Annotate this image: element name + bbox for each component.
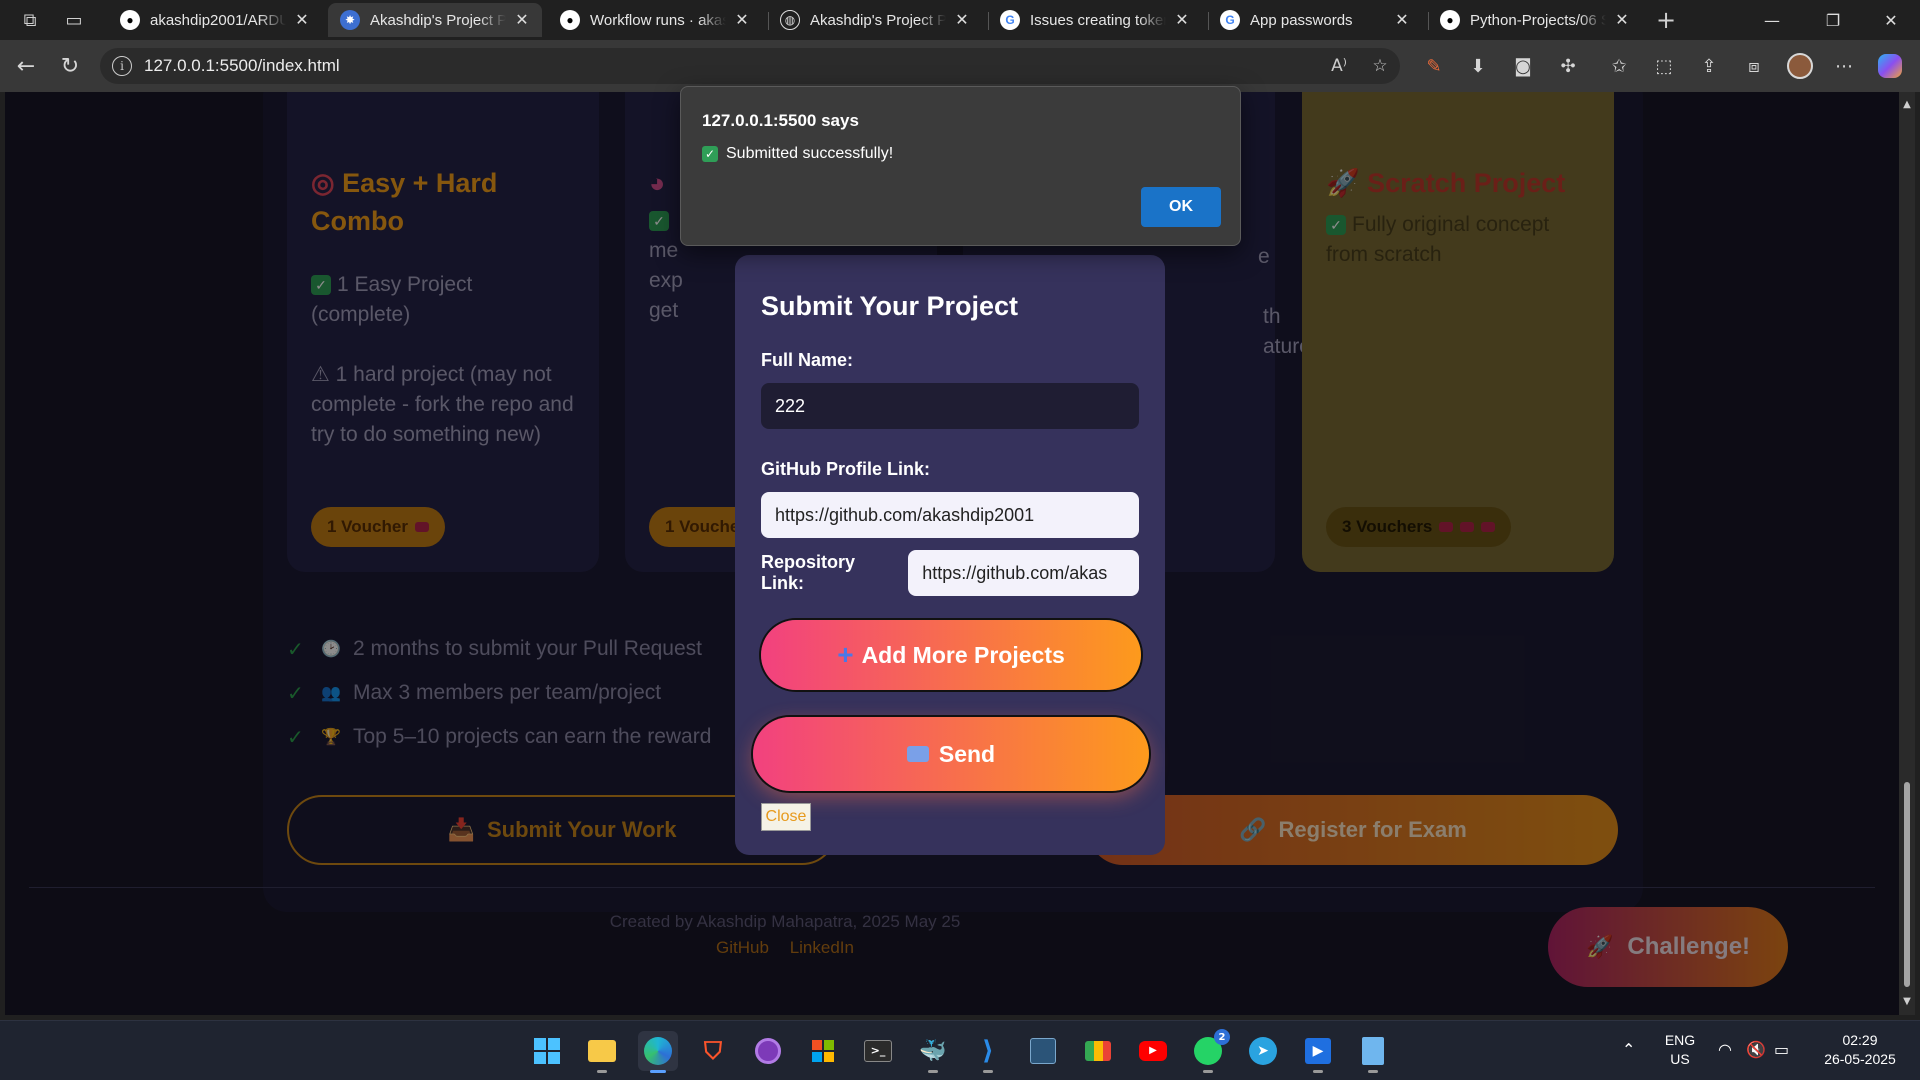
tor-icon[interactable]	[748, 1031, 788, 1071]
microsoft-store-icon[interactable]	[803, 1031, 843, 1071]
tab-issues-creating-token[interactable]: G Issues creating token ✕	[988, 3, 1202, 37]
github-icon: ●	[1440, 10, 1460, 30]
screenshot-icon[interactable]: ◙	[1509, 52, 1537, 80]
taskbar: ⛉ >_ 🐳 ⟩ ▶ 2 ➤ ▶ ⌃ ENG US ◠ 🔇 ▭ 02:29 26-0…	[0, 1020, 1920, 1080]
power-automate-icon[interactable]: ▶	[1298, 1031, 1338, 1073]
whatsapp-icon[interactable]: 2	[1188, 1029, 1230, 1073]
scrollbar-thumb[interactable]	[1904, 782, 1910, 987]
close-tab-icon[interactable]: ✕	[1172, 10, 1192, 30]
vscode-icon[interactable]: ⟩	[968, 1031, 1008, 1073]
scroll-down-icon[interactable]: ▼	[1902, 997, 1912, 1007]
close-tab-icon[interactable]: ✕	[512, 10, 532, 30]
github-icon: ●	[120, 10, 140, 30]
collections-icon[interactable]: ⧈	[1740, 52, 1768, 80]
send-icon	[906, 746, 929, 762]
add-more-projects-button[interactable]: + Add More Projects	[761, 620, 1141, 690]
plus-icon: +	[837, 639, 854, 670]
google-icon: G	[1220, 10, 1240, 30]
repository-input[interactable]: https://github.com/akas	[908, 550, 1139, 596]
brave-icon[interactable]: ⛉	[693, 1031, 733, 1071]
back-icon[interactable]: ←	[12, 52, 40, 80]
url-text[interactable]: 127.0.0.1:5500/index.html	[144, 56, 340, 76]
chevron-up-icon[interactable]: ⌃	[1622, 1040, 1635, 1059]
scroll-up-icon[interactable]: ▲	[1902, 100, 1912, 110]
address-bar[interactable]: i 127.0.0.1:5500/index.html A⁾ ☆	[100, 48, 1400, 84]
favorites-icon[interactable]: ✩	[1605, 52, 1633, 80]
download-icon[interactable]: ⬇	[1464, 52, 1492, 80]
edge-icon[interactable]	[638, 1031, 678, 1073]
ok-button[interactable]: OK	[1141, 187, 1221, 227]
notification-badge: 2	[1214, 1029, 1230, 1045]
input-language[interactable]: ENG US	[1662, 1031, 1698, 1069]
web-capture-icon[interactable]: ⬚	[1650, 52, 1678, 80]
check-icon: ✓	[702, 146, 718, 162]
alert-message: ✓ Submitted successfully!	[702, 145, 893, 163]
tab-project-portfolio-active[interactable]: ✸ Akashdip's Project Portfolio ✕	[328, 3, 542, 37]
gear-icon: ✸	[340, 10, 360, 30]
pen-extension-icon[interactable]: ✎	[1420, 52, 1448, 80]
alert-dialog: 127.0.0.1:5500 says ✓ Submitted successfu…	[680, 86, 1241, 246]
repository-label: Repository Link:	[761, 552, 856, 593]
github-icon: ●	[560, 10, 580, 30]
close-tab-icon[interactable]: ✕	[292, 10, 312, 30]
google-icon: G	[1000, 10, 1020, 30]
new-tab-icon[interactable]: +	[1652, 6, 1680, 34]
workspaces-icon[interactable]: ⧉	[16, 6, 44, 34]
page-scrollbar[interactable]: ▲ ▼	[1899, 92, 1915, 1015]
close-tab-icon[interactable]: ✕	[952, 10, 972, 30]
full-name-input[interactable]: 222	[761, 383, 1139, 429]
wifi-icon[interactable]: ◠	[1718, 1040, 1732, 1059]
more-options-icon[interactable]: ⋯	[1830, 52, 1858, 80]
mysql-workbench-icon[interactable]	[1023, 1031, 1063, 1071]
restore-icon[interactable]: ❐	[1810, 0, 1856, 40]
minimize-icon[interactable]: —	[1749, 0, 1795, 40]
modal-title: Submit Your Project	[761, 291, 1019, 321]
alert-title: 127.0.0.1:5500 says	[702, 111, 859, 130]
submit-project-modal: Submit Your Project Full Name: 222 GitHu…	[735, 255, 1165, 855]
refresh-icon[interactable]: ↻	[56, 52, 84, 80]
extensions-icon[interactable]: ✣	[1554, 52, 1582, 80]
telegram-icon[interactable]: ➤	[1243, 1031, 1283, 1071]
vertical-tabs-icon[interactable]: ▭	[60, 6, 88, 34]
terminal-icon[interactable]: >_	[858, 1031, 898, 1071]
send-button[interactable]: Send	[753, 717, 1149, 791]
speaker-muted-icon[interactable]: 🔇	[1746, 1040, 1766, 1059]
site-info-icon[interactable]: i	[112, 56, 132, 76]
windows-start-icon[interactable]	[527, 1031, 567, 1071]
close-window-icon[interactable]: ✕	[1868, 0, 1914, 40]
favorite-star-icon[interactable]: ☆	[1369, 55, 1391, 77]
repository-row: Repository Link: https://github.com/akas	[761, 550, 1139, 596]
tab-project-portfolio-2[interactable]: ◍ Akashdip's Project Portfolio ✕	[768, 3, 982, 37]
close-tab-icon[interactable]: ✕	[1392, 10, 1412, 30]
google-meet-icon[interactable]	[1078, 1031, 1118, 1071]
address-bar-row: ← ↻ i 127.0.0.1:5500/index.html A⁾ ☆ ✎ ⬇…	[0, 40, 1920, 92]
tab-workflow-runs[interactable]: ● Workflow runs · akashdip2001 ✕	[548, 3, 762, 37]
copilot-icon[interactable]	[1876, 52, 1904, 80]
battery-icon[interactable]: ▭	[1774, 1040, 1789, 1059]
close-tab-icon[interactable]: ✕	[1612, 10, 1632, 30]
close-button[interactable]: Close	[761, 803, 811, 831]
tab-python-projects[interactable]: ● Python-Projects/06 Scripts ✕	[1428, 3, 1642, 37]
notepad-icon[interactable]	[1353, 1031, 1393, 1073]
github-profile-input[interactable]: https://github.com/akashdip2001	[761, 492, 1139, 538]
globe-icon: ◍	[780, 10, 800, 30]
profile-avatar[interactable]	[1786, 52, 1814, 80]
clock[interactable]: 02:29 26-05-2025	[1810, 1031, 1910, 1069]
share-icon[interactable]: ⇪	[1695, 52, 1723, 80]
close-tab-icon[interactable]: ✕	[732, 10, 752, 30]
file-explorer-icon[interactable]	[582, 1031, 622, 1073]
full-name-label: Full Name:	[761, 350, 854, 370]
github-profile-label: GitHub Profile Link:	[761, 459, 930, 479]
tab-akashdip-arduino[interactable]: ● akashdip2001/ARDUINO ✕	[108, 3, 322, 37]
docker-icon[interactable]: 🐳	[913, 1031, 953, 1073]
read-aloud-icon[interactable]: A⁾	[1328, 55, 1350, 77]
tab-strip: ⧉ ▭ ● akashdip2001/ARDUINO ✕ ✸ Akashdip'…	[0, 0, 1920, 40]
tab-app-passwords[interactable]: G App passwords ✕	[1208, 3, 1422, 37]
youtube-icon[interactable]: ▶	[1133, 1031, 1173, 1071]
